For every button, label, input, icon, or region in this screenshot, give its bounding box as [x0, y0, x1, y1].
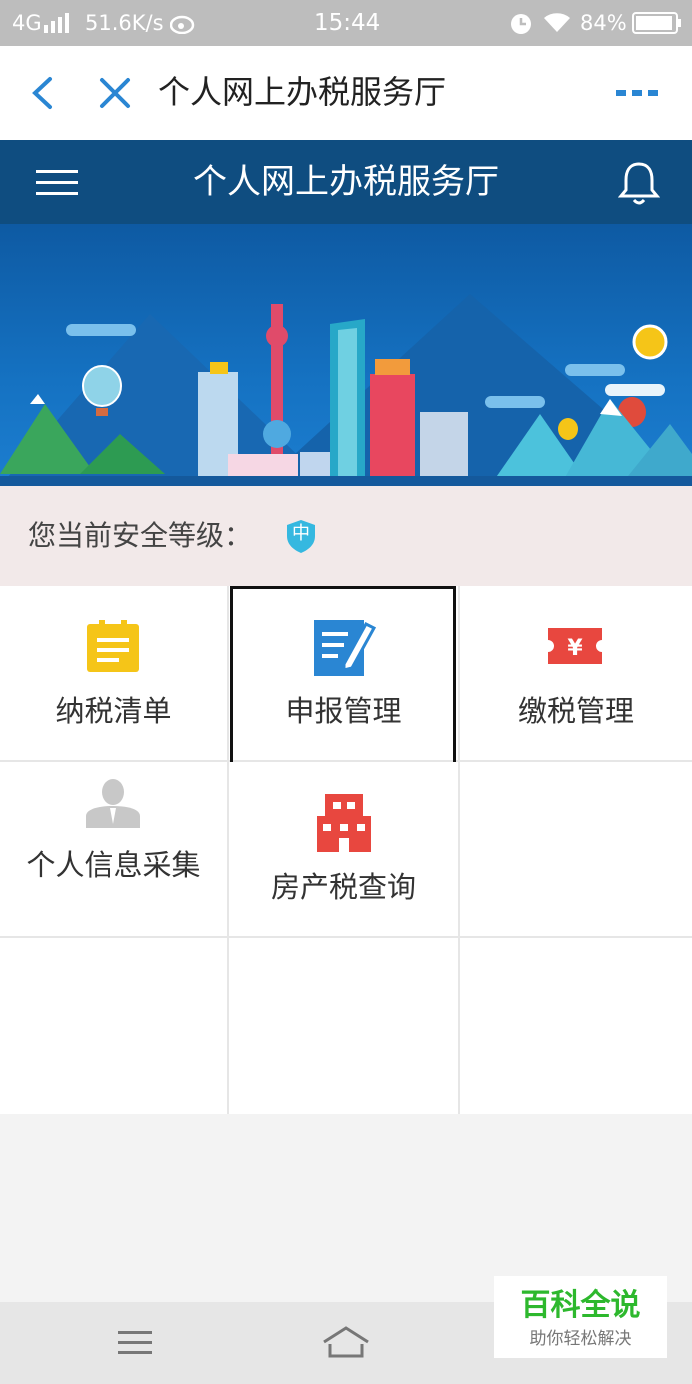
- city-banner: [0, 224, 692, 486]
- grid-item-label: 纳税清单: [55, 694, 172, 728]
- watermark-title: 百科全说: [520, 1288, 641, 1323]
- service-grid: 纳税清单 申报管理 ¥ 缴税管理 个人信息采集 房产税查询: [0, 586, 692, 1114]
- grid-item-label: 缴税管理: [517, 694, 634, 728]
- battery-percent: 84%: [580, 11, 627, 35]
- home-icon[interactable]: [322, 1326, 370, 1360]
- wifi-icon: [544, 13, 570, 33]
- grid-item-label: 房产税查询: [270, 870, 416, 904]
- bell-icon[interactable]: [618, 160, 660, 206]
- yen-ticket-icon: ¥: [548, 628, 602, 664]
- app-title: 个人网上办税服务厅: [193, 162, 499, 202]
- shield-icon: 中: [284, 518, 318, 554]
- webview-title-bar: 个人网上办税服务厅: [0, 46, 692, 140]
- menu-lines-icon[interactable]: [118, 1330, 152, 1356]
- grid-empty-cell: [460, 938, 692, 1114]
- person-icon: [86, 779, 140, 828]
- grid-item-label: 个人信息采集: [26, 848, 201, 882]
- more-icon[interactable]: [616, 88, 660, 98]
- back-icon[interactable]: [28, 76, 56, 110]
- webview-title: 个人网上办税服务厅: [158, 73, 447, 111]
- watermark-logo: 百科全说 助你轻松解决: [494, 1276, 667, 1358]
- grid-item-tax-list[interactable]: 纳税清单: [0, 586, 227, 760]
- grid-empty-cell: [0, 938, 227, 1114]
- app-header: 个人网上办税服务厅: [0, 140, 692, 224]
- signal-icon: [44, 13, 69, 33]
- tax-list-icon: [87, 620, 139, 672]
- network-type: 4G: [12, 11, 42, 35]
- close-icon[interactable]: [98, 76, 132, 110]
- security-label: 您当前安全等级：: [28, 519, 253, 552]
- clock: 15:44: [314, 10, 381, 36]
- watermark-subtitle: 助你轻松解决: [529, 1329, 632, 1349]
- grid-empty-cell: [229, 938, 458, 1114]
- alarm-icon: [511, 14, 531, 34]
- svg-text:¥: ¥: [567, 636, 583, 661]
- security-level-value: 中: [292, 523, 310, 544]
- weibo-icon: [170, 15, 195, 34]
- grid-item-tax-payment[interactable]: ¥ 缴税管理: [460, 586, 692, 760]
- grid-item-personal-info[interactable]: 个人信息采集: [0, 762, 227, 936]
- security-level-bar: 您当前安全等级： 中: [0, 486, 692, 586]
- skyline-illustration: [0, 294, 692, 486]
- grid-item-declaration[interactable]: 申报管理: [229, 586, 458, 766]
- grid-empty-cell: [460, 762, 692, 936]
- grid-item-property-tax[interactable]: 房产税查询: [229, 762, 458, 936]
- selection-outline: [230, 586, 456, 766]
- status-bar: 4G 51.6K/s 15:44 84%: [0, 0, 692, 46]
- network-speed: 51.6K/s: [85, 11, 164, 35]
- battery-icon: [632, 12, 681, 34]
- building-icon: [317, 794, 371, 852]
